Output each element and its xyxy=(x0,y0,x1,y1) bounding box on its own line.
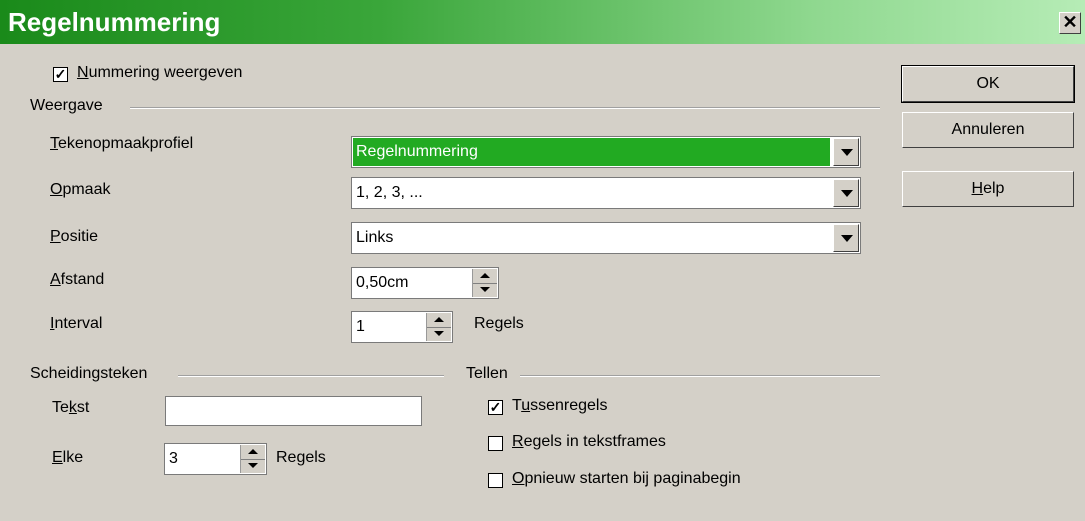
chevron-down-icon[interactable] xyxy=(833,179,859,207)
cancel-button[interactable]: Annuleren xyxy=(902,112,1074,148)
count-heading: Tellen xyxy=(466,365,508,382)
format-value: 1, 2, 3, ... xyxy=(356,184,423,201)
separator-divider xyxy=(178,375,444,377)
blank-lines-checkbox[interactable]: ✓ xyxy=(488,400,503,415)
separator-text-label: Tekst xyxy=(52,399,90,416)
spin-down-icon[interactable] xyxy=(473,283,497,297)
spacing-label: Afstand xyxy=(50,271,105,288)
chevron-down-icon[interactable] xyxy=(833,224,859,252)
close-button[interactable]: ✕ xyxy=(1059,12,1081,34)
every-unit: Regels xyxy=(276,449,326,466)
interval-spinner[interactable]: 1 xyxy=(351,311,453,343)
format-label: Opmaak xyxy=(50,181,111,198)
interval-unit: Regels xyxy=(474,315,524,332)
restart-checkbox[interactable] xyxy=(488,473,503,488)
spacing-value: 0,50cm xyxy=(356,274,409,291)
separator-heading: Scheidingsteken xyxy=(30,365,148,382)
count-divider xyxy=(520,375,880,377)
position-select[interactable]: Links xyxy=(351,222,861,254)
position-label: Positie xyxy=(50,228,99,245)
char-style-label: Tekenopmaakprofiel xyxy=(50,135,194,152)
weergave-heading: Weergave xyxy=(30,97,103,114)
title-bar: Regelnummering ✕ xyxy=(0,0,1085,44)
every-spinner[interactable]: 3 xyxy=(164,443,267,475)
blank-lines-label: Tussenregels xyxy=(512,397,608,414)
spacing-spinner[interactable]: 0,50cm xyxy=(351,267,499,299)
char-style-select[interactable]: Regelnummering xyxy=(351,136,861,168)
restart-label: Opnieuw starten bij paginabegin xyxy=(512,470,741,487)
text-frames-label: Regels in tekstframes xyxy=(512,433,666,450)
show-numbering-label: Nummering weergeven xyxy=(77,64,243,81)
separator-text-input[interactable] xyxy=(165,396,422,426)
every-label: Elke xyxy=(52,449,84,466)
show-numbering-checkbox[interactable]: ✓ xyxy=(53,67,68,82)
format-select[interactable]: 1, 2, 3, ... xyxy=(351,177,861,209)
dialog-title: Regelnummering xyxy=(8,7,221,37)
position-value: Links xyxy=(356,229,394,246)
weergave-divider xyxy=(130,107,880,109)
spin-up-icon[interactable] xyxy=(427,313,451,328)
help-button[interactable]: Help xyxy=(902,171,1074,207)
interval-label: Interval xyxy=(50,315,103,332)
chevron-down-icon[interactable] xyxy=(833,138,859,166)
text-frames-checkbox[interactable] xyxy=(488,436,503,451)
interval-value: 1 xyxy=(356,318,365,335)
spin-up-icon[interactable] xyxy=(473,269,497,284)
close-icon: ✕ xyxy=(1062,12,1078,32)
spin-up-icon[interactable] xyxy=(241,445,265,460)
spin-down-icon[interactable] xyxy=(427,327,451,341)
every-value: 3 xyxy=(169,450,178,467)
ok-button[interactable]: OK xyxy=(901,65,1075,103)
spin-down-icon[interactable] xyxy=(241,459,265,473)
char-style-value: Regelnummering xyxy=(353,138,830,166)
